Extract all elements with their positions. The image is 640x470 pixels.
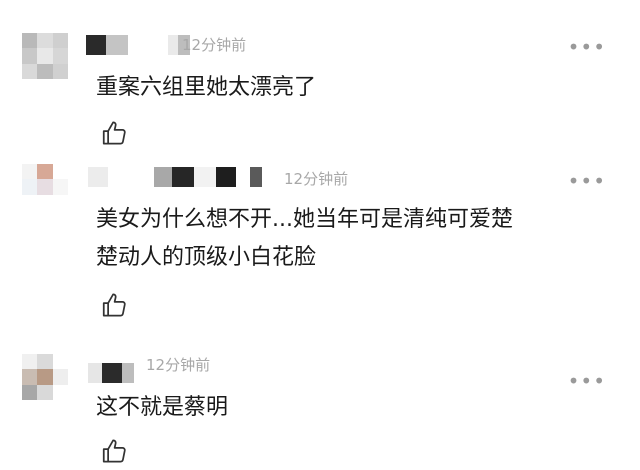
comment-time: 12分钟前 [182, 36, 247, 54]
like-thumb-icon[interactable] [100, 436, 130, 466]
comment-time: 12分钟前 [284, 170, 349, 188]
comment-2: 12分钟前 ••• 美女为什么想不开...她当年可是清纯可爱楚 楚动人的顶级小白… [0, 160, 640, 340]
avatar[interactable] [22, 33, 68, 79]
comment-time: 12分钟前 [146, 356, 211, 374]
comment-text-line: 楚动人的顶级小白花脸 [96, 245, 317, 270]
username-pixelated[interactable] [88, 362, 134, 384]
comment-text-line: 这不就是蔡明 [96, 395, 229, 420]
like-thumb-icon[interactable] [100, 290, 130, 320]
comment-text-line: 美女为什么想不开...她当年可是清纯可爱楚 [96, 207, 513, 232]
avatar[interactable] [22, 164, 68, 210]
username-pixelated[interactable] [86, 34, 190, 56]
avatar[interactable] [22, 354, 68, 400]
more-options-button[interactable]: ••• [568, 171, 606, 191]
comment-3: 12分钟前 ••• 这不就是蔡明 [0, 340, 640, 470]
like-thumb-icon[interactable] [100, 118, 130, 148]
comment-1: 12分钟前 ••• 重案六组里她太漂亮了 [0, 0, 640, 160]
more-options-button[interactable]: ••• [568, 371, 606, 391]
username-pixelated[interactable] [88, 166, 262, 188]
more-options-button[interactable]: ••• [568, 37, 606, 57]
comment-text-line: 重案六组里她太漂亮了 [96, 75, 317, 100]
